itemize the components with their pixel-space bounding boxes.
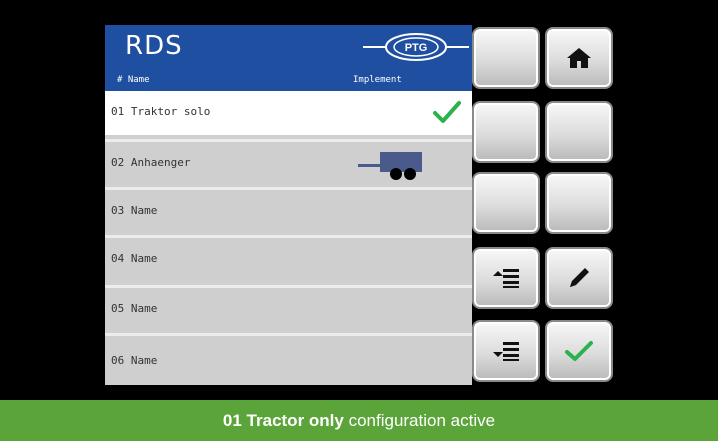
terminal-screen: RDS PTG # Name Implement 01 Traktor solo… [0, 0, 718, 400]
app-title: RDS [125, 31, 183, 61]
configuration-list-panel: RDS PTG # Name Implement 01 Traktor solo… [105, 25, 472, 385]
trailer-icon [358, 152, 422, 180]
list-row-05[interactable]: 05 Name [105, 285, 472, 329]
row-label: 01 Traktor solo [111, 105, 211, 118]
status-bar: 01 Tractor only configuration active [0, 400, 718, 441]
list-row-04[interactable]: 04 Name [105, 235, 472, 279]
list-row-06[interactable]: 06 Name [105, 333, 472, 385]
softkey-blank-4[interactable] [472, 172, 540, 234]
softkey-blank-5[interactable] [545, 172, 613, 234]
list-row-01[interactable]: 01 Traktor solo [105, 91, 472, 135]
column-header-name: # Name [117, 75, 150, 85]
check-icon [433, 101, 461, 123]
home-button[interactable] [545, 27, 613, 89]
row-label: 06 Name [111, 354, 158, 367]
status-text: 01 Tractor only configuration active [0, 400, 718, 441]
check-icon [565, 341, 593, 361]
panel-header: RDS PTG # Name Implement [105, 25, 472, 91]
softkey-blank-1[interactable] [472, 27, 540, 89]
home-icon [567, 48, 591, 68]
row-label: 05 Name [111, 302, 158, 315]
status-config-name: 01 Tractor only [222, 411, 344, 430]
confirm-button[interactable] [545, 320, 613, 382]
row-label: 02 Anhaenger [111, 156, 191, 169]
softkey-blank-3[interactable] [545, 101, 613, 163]
move-up-button[interactable] [472, 247, 540, 309]
edit-button[interactable] [545, 247, 613, 309]
pencil-icon [570, 268, 589, 287]
move-down-button[interactable] [472, 320, 540, 382]
softkey-blank-2[interactable] [472, 101, 540, 163]
list-row-02[interactable]: 02 Anhaenger [105, 139, 472, 183]
status-message: configuration active [343, 411, 496, 430]
list-row-03[interactable]: 03 Name [105, 187, 472, 231]
logo-text: PTG [405, 42, 428, 54]
list-up-icon [493, 269, 519, 288]
row-label: 04 Name [111, 252, 158, 265]
row-label: 03 Name [111, 204, 158, 217]
column-header-implement: Implement [353, 75, 402, 85]
list-down-icon [493, 342, 519, 361]
ptg-logo: PTG [363, 33, 469, 61]
